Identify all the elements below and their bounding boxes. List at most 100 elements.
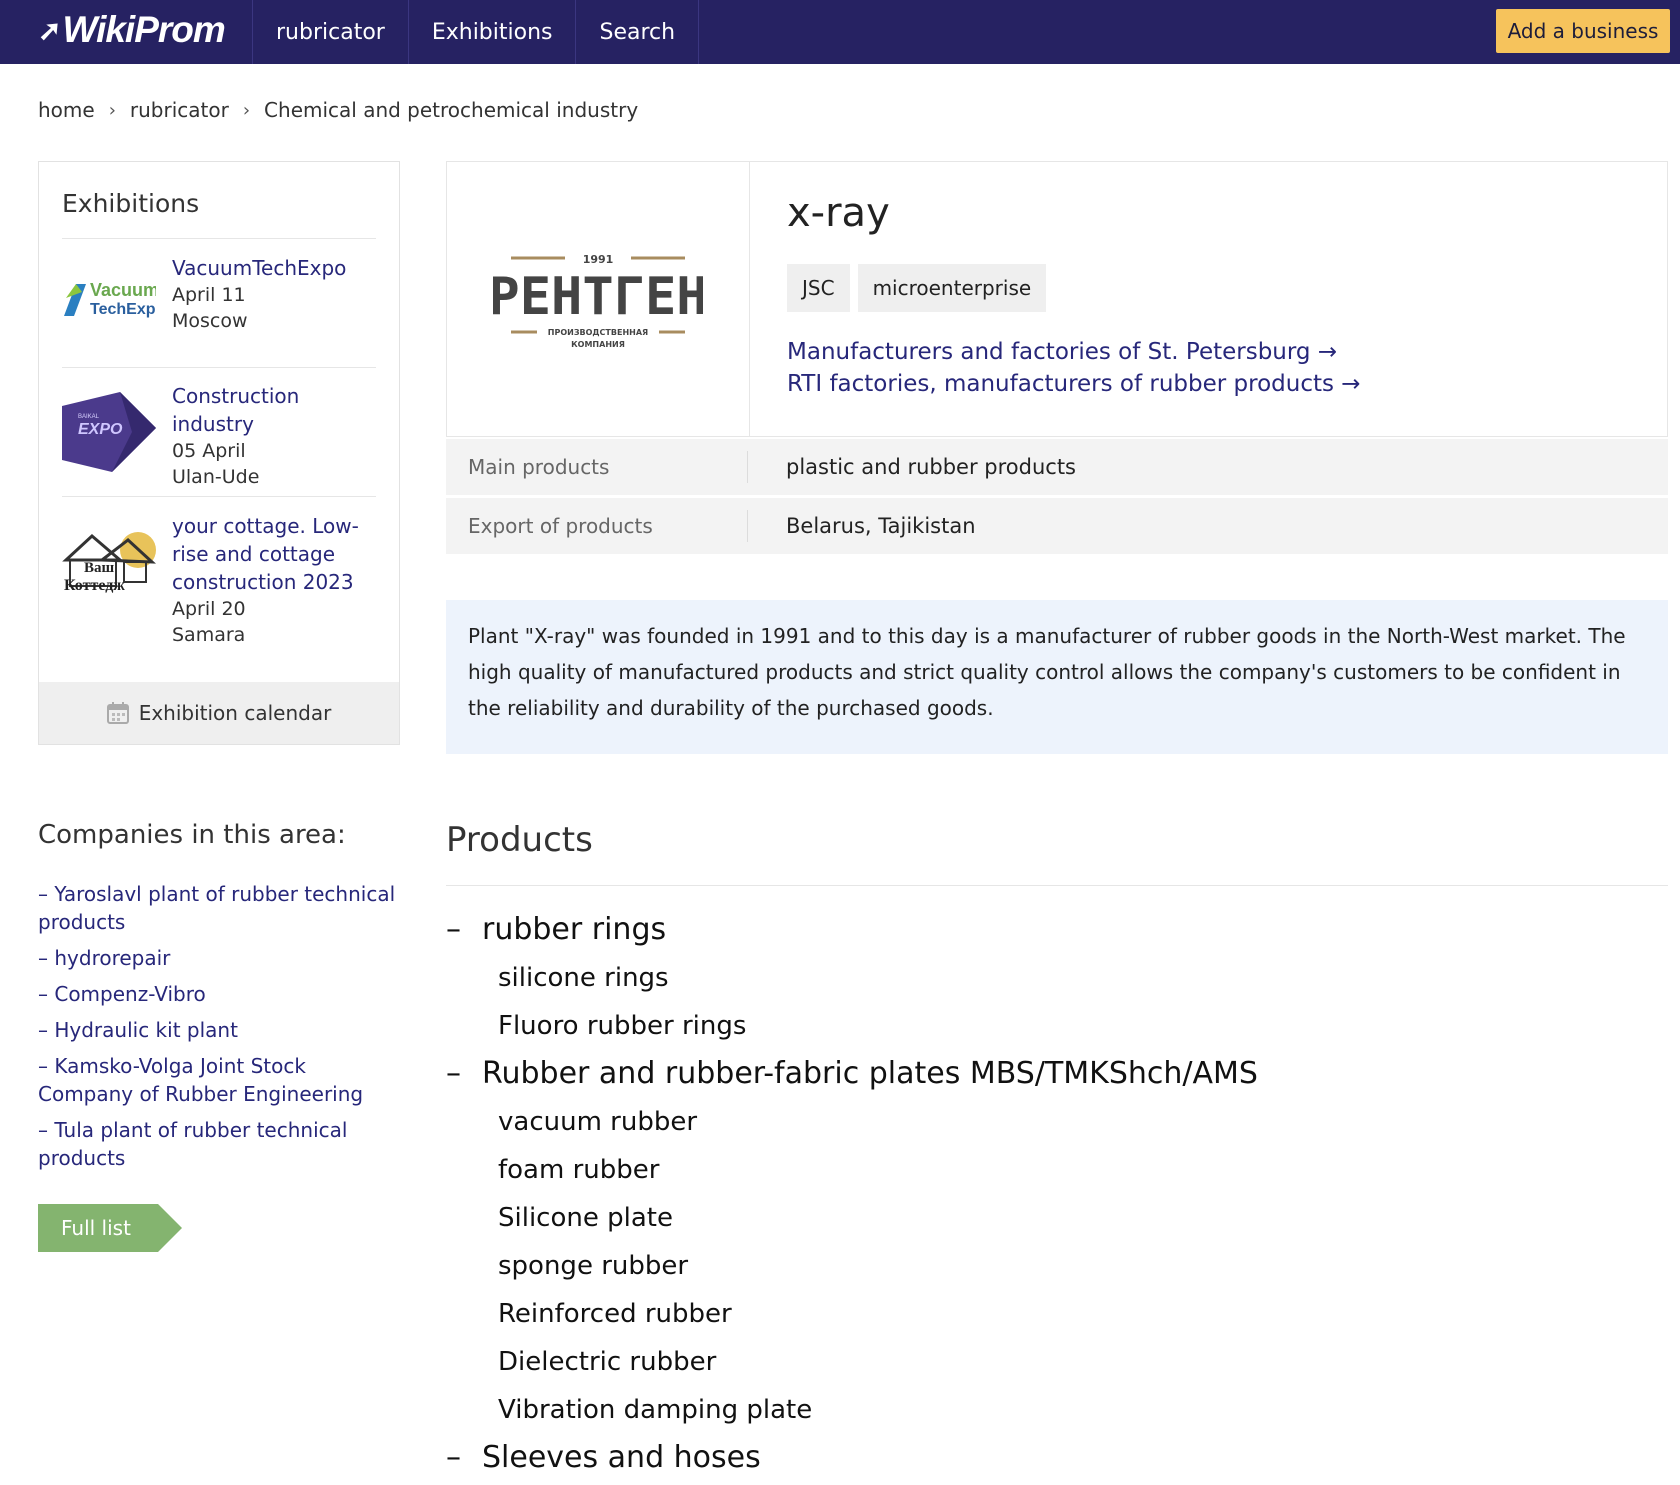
- product-category-label: Sleeves and hoses: [482, 1440, 761, 1475]
- company-tags: JSC microenterprise: [787, 264, 1054, 312]
- svg-text:BAIKAL: BAIKAL: [78, 414, 100, 420]
- product-item[interactable]: vacuum rubber: [498, 1102, 1668, 1142]
- full-list-button[interactable]: Full list: [38, 1204, 182, 1252]
- exhibitions-panel: Exhibitions Vacuum TechExpo VacuumTechEx…: [38, 161, 400, 745]
- exhibition-info: Construction industry 05 April Ulan-Ude: [172, 382, 382, 490]
- exhibition-name-link[interactable]: your cottage. Low-rise and cottage const…: [172, 512, 382, 596]
- rentgen-logo-icon: 1991 РЕНТГЕН ПРОИЗВОДСТВЕННАЯ КОМПАНИЯ: [493, 253, 703, 349]
- product-item[interactable]: Reinforced rubber: [498, 1294, 1668, 1334]
- exhibition-calendar-label: Exhibition calendar: [138, 701, 332, 725]
- exhibition-name-link[interactable]: VacuumTechExpo: [172, 254, 382, 282]
- company-card: 1991 РЕНТГЕН ПРОИЗВОДСТВЕННАЯ КОМПАНИЯ x…: [446, 161, 1668, 437]
- product-item[interactable]: silicone rings: [498, 958, 1668, 998]
- exhibition-info: your cottage. Low-rise and cottage const…: [172, 512, 382, 648]
- product-item[interactable]: Vibration damping plate: [498, 1390, 1668, 1430]
- products-title: Products: [446, 820, 593, 860]
- companies-title: Companies in this area:: [38, 820, 346, 850]
- tag-legal-form: JSC: [787, 264, 850, 312]
- main-products-label: Main products: [468, 455, 610, 479]
- site-logo[interactable]: ➚ WikiProm: [38, 8, 226, 52]
- divider: [747, 510, 748, 542]
- product-category-label: rubber rings: [482, 912, 667, 947]
- top-header: ➚ WikiProm rubricator Exhibitions Search…: [0, 0, 1680, 64]
- divider: [62, 238, 376, 239]
- export-row: Export of products Belarus, Tajikistan: [446, 498, 1668, 554]
- calendar-icon: [106, 702, 129, 724]
- list-item: – Compenz-Vibro: [38, 980, 398, 1008]
- export-label: Export of products: [468, 514, 653, 538]
- company-link[interactable]: – Hydraulic kit plant: [38, 1018, 238, 1042]
- category-link-rti[interactable]: RTI factories, manufacturers of rubber p…: [787, 368, 1361, 400]
- breadcrumb: home › rubricator › Chemical and petroch…: [38, 98, 638, 122]
- nav-exhibitions[interactable]: Exhibitions: [407, 0, 576, 64]
- products-list: – rubber rings silicone rings Fluoro rubb…: [446, 910, 1668, 1485]
- logo-text: WikiProm: [62, 9, 225, 50]
- company-logo: 1991 РЕНТГЕН ПРОИЗВОДСТВЕННАЯ КОМПАНИЯ: [447, 162, 750, 436]
- svg-text:Ваш: Ваш: [84, 560, 115, 576]
- breadcrumb-home[interactable]: home: [38, 98, 95, 122]
- vacuumtechexpo-logo-icon: Vacuum TechExpo: [62, 274, 166, 318]
- divider: [62, 367, 376, 368]
- svg-text:РЕНТГЕН: РЕНТГЕН: [493, 267, 703, 327]
- product-item[interactable]: sponge rubber: [498, 1246, 1668, 1286]
- exhibition-name-link[interactable]: Construction industry: [172, 382, 382, 438]
- nav-rubricator[interactable]: rubricator: [252, 0, 408, 64]
- product-category[interactable]: – Rubber and rubber-fabric plates MBS/TMK…: [446, 1054, 1668, 1094]
- svg-text:КОМПАНИЯ: КОМПАНИЯ: [571, 340, 625, 349]
- logo-arrow-icon: ➚: [38, 14, 61, 46]
- breadcrumb-category[interactable]: Chemical and petrochemical industry: [264, 98, 638, 122]
- exhibition-city: Ulan-Ude: [172, 466, 260, 488]
- svg-text:1991: 1991: [583, 253, 614, 266]
- category-link-spb[interactable]: Manufacturers and factories of St. Peter…: [787, 336, 1361, 368]
- svg-text:TechExpo: TechExpo: [90, 301, 156, 318]
- company-description: Plant "X-ray" was founded in 1991 and to…: [446, 600, 1668, 754]
- company-link[interactable]: – Compenz-Vibro: [38, 982, 206, 1006]
- product-item[interactable]: Dielectric rubber: [498, 1342, 1668, 1382]
- company-link[interactable]: – Kamsko-Volga Joint Stock Company of Ru…: [38, 1054, 363, 1106]
- company-link[interactable]: – Yaroslavl plant of rubber technical pr…: [38, 882, 395, 934]
- exhibition-city: Moscow: [172, 310, 248, 332]
- list-item: – Kamsko-Volga Joint Stock Company of Ru…: [38, 1052, 398, 1108]
- svg-text:ПРОИЗВОДСТВЕННАЯ: ПРОИЗВОДСТВЕННАЯ: [548, 328, 648, 337]
- main-products-value: plastic and rubber products: [786, 455, 1076, 479]
- exhibition-date: 05 April: [172, 440, 246, 462]
- add-business-button[interactable]: Add a business: [1496, 9, 1670, 53]
- product-item[interactable]: Silicone plate: [498, 1198, 1668, 1238]
- company-link[interactable]: – Tula plant of rubber technical product…: [38, 1118, 347, 1170]
- svg-text:Vacuum: Vacuum: [90, 280, 156, 300]
- product-category-label: Rubber and rubber-fabric plates MBS/TMKS…: [482, 1056, 1258, 1091]
- full-list-label: Full list: [38, 1204, 158, 1252]
- collapse-dash-icon: –: [446, 1056, 461, 1091]
- product-category[interactable]: – rubber rings: [446, 910, 1668, 950]
- divider: [446, 885, 1668, 886]
- nav-search[interactable]: Search: [575, 0, 700, 64]
- collapse-dash-icon: –: [446, 912, 461, 947]
- product-category[interactable]: – Sleeves and hoses: [446, 1438, 1668, 1478]
- list-item: – Yaroslavl plant of rubber technical pr…: [38, 880, 398, 936]
- exhibition-logo[interactable]: Vacuum TechExpo: [62, 256, 166, 336]
- breadcrumb-rubricator[interactable]: rubricator: [130, 98, 229, 122]
- exhibition-info: VacuumTechExpo April 11 Moscow: [172, 254, 382, 334]
- main-nav: rubricator Exhibitions Search: [252, 0, 700, 64]
- list-item: – hydrorepair: [38, 944, 398, 972]
- exhibition-date: April 11: [172, 284, 246, 306]
- company-link[interactable]: – hydrorepair: [38, 946, 170, 970]
- exhibition-date: April 20: [172, 598, 246, 620]
- full-list-arrow-icon: [158, 1204, 182, 1252]
- divider: [747, 451, 748, 483]
- vash-kottedzh-logo-icon: Ваш Коттедж: [62, 532, 157, 594]
- exhibition-calendar-button[interactable]: Exhibition calendar: [39, 682, 399, 744]
- tag-size: microenterprise: [857, 264, 1047, 312]
- company-name: x-ray: [787, 190, 890, 236]
- main-products-row: Main products plastic and rubber product…: [446, 439, 1668, 495]
- collapse-dash-icon: –: [446, 1440, 461, 1475]
- product-item[interactable]: Fluoro rubber rings: [498, 1006, 1668, 1046]
- company-category-links: Manufacturers and factories of St. Peter…: [787, 336, 1361, 400]
- baikal-expo-logo-icon: BAIKAL EXPO: [62, 392, 156, 472]
- exhibition-logo[interactable]: Ваш Коттедж: [62, 530, 157, 610]
- svg-text:Коттедж: Коттедж: [64, 577, 125, 594]
- companies-list: – Yaroslavl plant of rubber technical pr…: [38, 880, 398, 1180]
- export-value: Belarus, Tajikistan: [786, 514, 976, 538]
- exhibition-logo[interactable]: BAIKAL EXPO: [62, 392, 156, 472]
- product-item[interactable]: foam rubber: [498, 1150, 1668, 1190]
